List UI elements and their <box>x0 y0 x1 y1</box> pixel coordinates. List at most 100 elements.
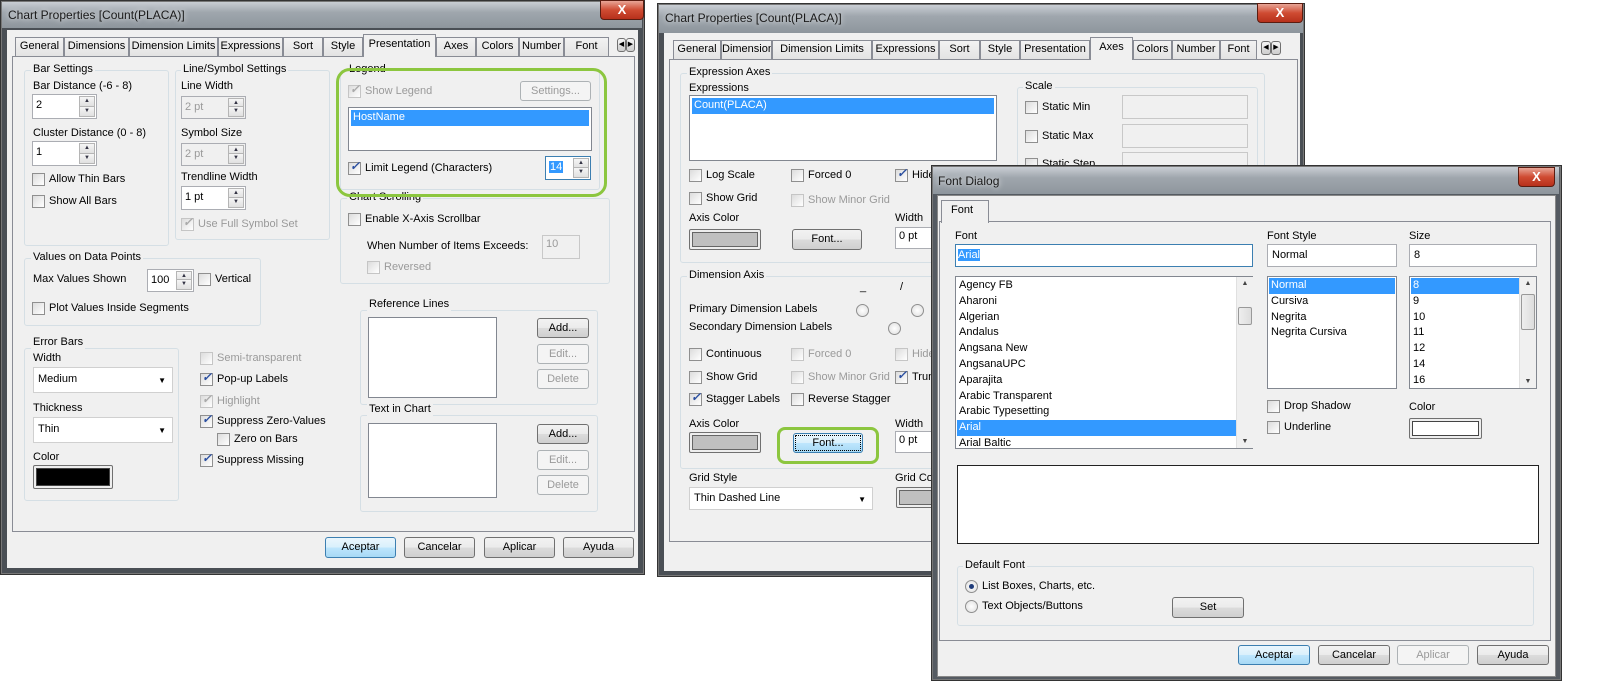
dim-show-grid-checkbox[interactable]: Show Grid <box>689 371 757 384</box>
close-button[interactable]: X <box>1518 167 1555 187</box>
size-input[interactable]: 8 <box>1409 244 1537 267</box>
primary-horizontal-radio[interactable] <box>856 304 869 317</box>
ok-button[interactable]: Aceptar <box>1238 645 1310 665</box>
list-boxes-charts-radio[interactable]: List Boxes, Charts, etc. <box>965 580 1095 593</box>
drop-shadow-checkbox[interactable]: Drop Shadow <box>1267 400 1351 413</box>
list-item[interactable]: Agency FB <box>957 278 1251 294</box>
spin-down-icon[interactable]: ▼ <box>228 197 244 208</box>
cancel-button[interactable]: Cancelar <box>1318 645 1390 665</box>
expression-font-button[interactable]: Font... <box>792 229 862 250</box>
text-objects-buttons-radio[interactable]: Text Objects/Buttons <box>965 600 1083 613</box>
list-item[interactable]: 8 <box>1411 278 1535 294</box>
axis-width-input[interactable]: 0 pt <box>895 227 935 249</box>
error-width-select[interactable]: Medium ▼ <box>33 367 173 393</box>
help-button[interactable]: Ayuda <box>563 537 634 558</box>
list-item[interactable]: Arabic Typesetting <box>957 404 1251 420</box>
ref-edit-button[interactable]: Edit... <box>537 344 589 364</box>
dim-hide-checkbox[interactable]: Hide <box>895 348 935 361</box>
size-list[interactable]: 8 9 10 11 12 14 16 <box>1409 276 1537 389</box>
show-minor-grid-checkbox[interactable]: Show Minor Grid <box>791 194 890 207</box>
tab-scroll-left[interactable]: ◀ <box>617 38 626 52</box>
underline-checkbox[interactable]: Underline <box>1267 421 1331 434</box>
static-max-input[interactable] <box>1122 124 1248 148</box>
text-add-button[interactable]: Add... <box>537 424 589 444</box>
axis-color-swatch[interactable] <box>689 229 761 250</box>
list-item[interactable]: Cursiva <box>1269 294 1395 310</box>
plot-values-inside-checkbox[interactable]: Plot Values Inside Segments <box>32 302 189 315</box>
use-full-symbol-set-checkbox[interactable]: Use Full Symbol Set <box>181 216 298 231</box>
title-bar[interactable] <box>933 167 1559 194</box>
static-min-input[interactable] <box>1122 95 1248 119</box>
tab-number[interactable]: Number <box>1172 40 1220 59</box>
suppress-missing-checkbox[interactable]: Suppress Missing <box>200 452 304 467</box>
list-item[interactable]: Negrita <box>1269 310 1395 326</box>
list-item[interactable]: 16 <box>1411 373 1535 388</box>
font-list-scrollbar[interactable]: ▲ ▼ <box>1236 277 1253 448</box>
size-list-scrollbar[interactable]: ▲ ▼ <box>1519 277 1536 388</box>
truncate-checkbox[interactable]: Trun <box>895 369 934 384</box>
tab-style[interactable]: Style <box>980 40 1020 59</box>
reference-lines-list[interactable] <box>368 317 497 398</box>
font-style-input[interactable]: Normal <box>1267 244 1397 267</box>
cluster-distance-spinner[interactable]: 1 ▲ ▼ <box>32 141 97 166</box>
tab-axes[interactable]: Axes <box>436 37 476 56</box>
tab-dimension-limits[interactable]: Dimension Limits <box>772 40 872 59</box>
list-item[interactable]: 9 <box>1411 294 1535 310</box>
set-button[interactable]: Set <box>1172 597 1244 618</box>
dim-forced-0-checkbox[interactable]: Forced 0 <box>791 348 851 361</box>
enable-x-axis-scrollbar-checkbox[interactable]: Enable X-Axis Scrollbar <box>348 213 481 226</box>
reverse-stagger-checkbox[interactable]: Reverse Stagger <box>791 393 891 406</box>
allow-thin-bars-checkbox[interactable]: Allow Thin Bars <box>32 173 125 186</box>
spin-down-icon[interactable]: ▼ <box>79 106 95 117</box>
apply-button[interactable]: Aplicar <box>1397 645 1469 665</box>
tab-expressions[interactable]: Expressions <box>218 37 283 56</box>
tab-presentation[interactable]: Presentation <box>363 34 436 57</box>
spin-down-icon[interactable]: ▼ <box>79 153 95 164</box>
trendline-width-spinner[interactable]: 1 pt ▲ ▼ <box>181 186 246 210</box>
list-item[interactable]: 10 <box>1411 310 1535 326</box>
dim-show-minor-grid-checkbox[interactable]: Show Minor Grid <box>791 371 890 384</box>
ok-button[interactable]: Aceptar <box>325 537 396 558</box>
list-item[interactable]: Andalus <box>957 325 1251 341</box>
list-item[interactable]: Angsana New <box>957 341 1251 357</box>
tab-expressions[interactable]: Expressions <box>872 40 939 59</box>
tab-colors[interactable]: Colors <box>1133 40 1172 59</box>
list-item[interactable]: Arial <box>957 420 1251 436</box>
tab-dimensions[interactable]: Dimensions <box>721 40 772 59</box>
error-thickness-select[interactable]: Thin ▼ <box>33 417 173 443</box>
vertical-checkbox[interactable]: Vertical <box>198 273 251 286</box>
static-max-checkbox[interactable]: Static Max <box>1025 130 1093 143</box>
list-item[interactable]: Aharoni <box>957 294 1251 310</box>
hide-axis-checkbox[interactable]: Hide <box>895 167 935 182</box>
popup-labels-checkbox[interactable]: Pop-up Labels <box>200 371 288 386</box>
spin-down-icon[interactable]: ▼ <box>228 153 244 164</box>
highlight-checkbox[interactable]: Highlight <box>200 393 260 408</box>
tab-axes[interactable]: Axes <box>1090 37 1133 60</box>
list-item[interactable]: Algerian <box>957 310 1251 326</box>
continuous-checkbox[interactable]: Continuous <box>689 348 762 361</box>
spin-down-icon[interactable]: ▼ <box>176 279 192 290</box>
font-color-swatch[interactable] <box>1409 418 1482 439</box>
max-values-spinner[interactable]: 100 ▲ ▼ <box>147 269 194 292</box>
log-scale-checkbox[interactable]: Log Scale <box>689 169 755 182</box>
line-width-spinner[interactable]: 2 pt ▲ ▼ <box>181 96 246 119</box>
tab-general[interactable]: General <box>15 37 64 56</box>
list-item[interactable]: Arabic Transparent <box>957 389 1251 405</box>
static-min-checkbox[interactable]: Static Min <box>1025 101 1090 114</box>
close-button[interactable]: X <box>600 0 644 20</box>
error-color-swatch[interactable] <box>33 465 113 489</box>
tab-font[interactable]: Font <box>941 200 989 223</box>
list-item[interactable]: 11 <box>1411 325 1535 341</box>
ref-delete-button[interactable]: Delete <box>537 369 589 389</box>
forced-0-checkbox[interactable]: Forced 0 <box>791 169 851 182</box>
list-item[interactable]: Normal <box>1269 278 1395 294</box>
help-button[interactable]: Ayuda <box>1477 645 1549 665</box>
tab-dimensions[interactable]: Dimensions <box>64 37 129 56</box>
font-input[interactable]: Arial <box>955 244 1253 267</box>
cancel-button[interactable]: Cancelar <box>404 537 475 558</box>
grid-style-select[interactable]: Thin Dashed Line ▼ <box>689 487 873 510</box>
exceeds-input[interactable]: 10 <box>542 235 580 259</box>
primary-diagonal-radio[interactable] <box>911 304 925 317</box>
text-in-chart-list[interactable] <box>368 423 497 498</box>
list-item[interactable]: AngsanaUPC <box>957 357 1251 373</box>
